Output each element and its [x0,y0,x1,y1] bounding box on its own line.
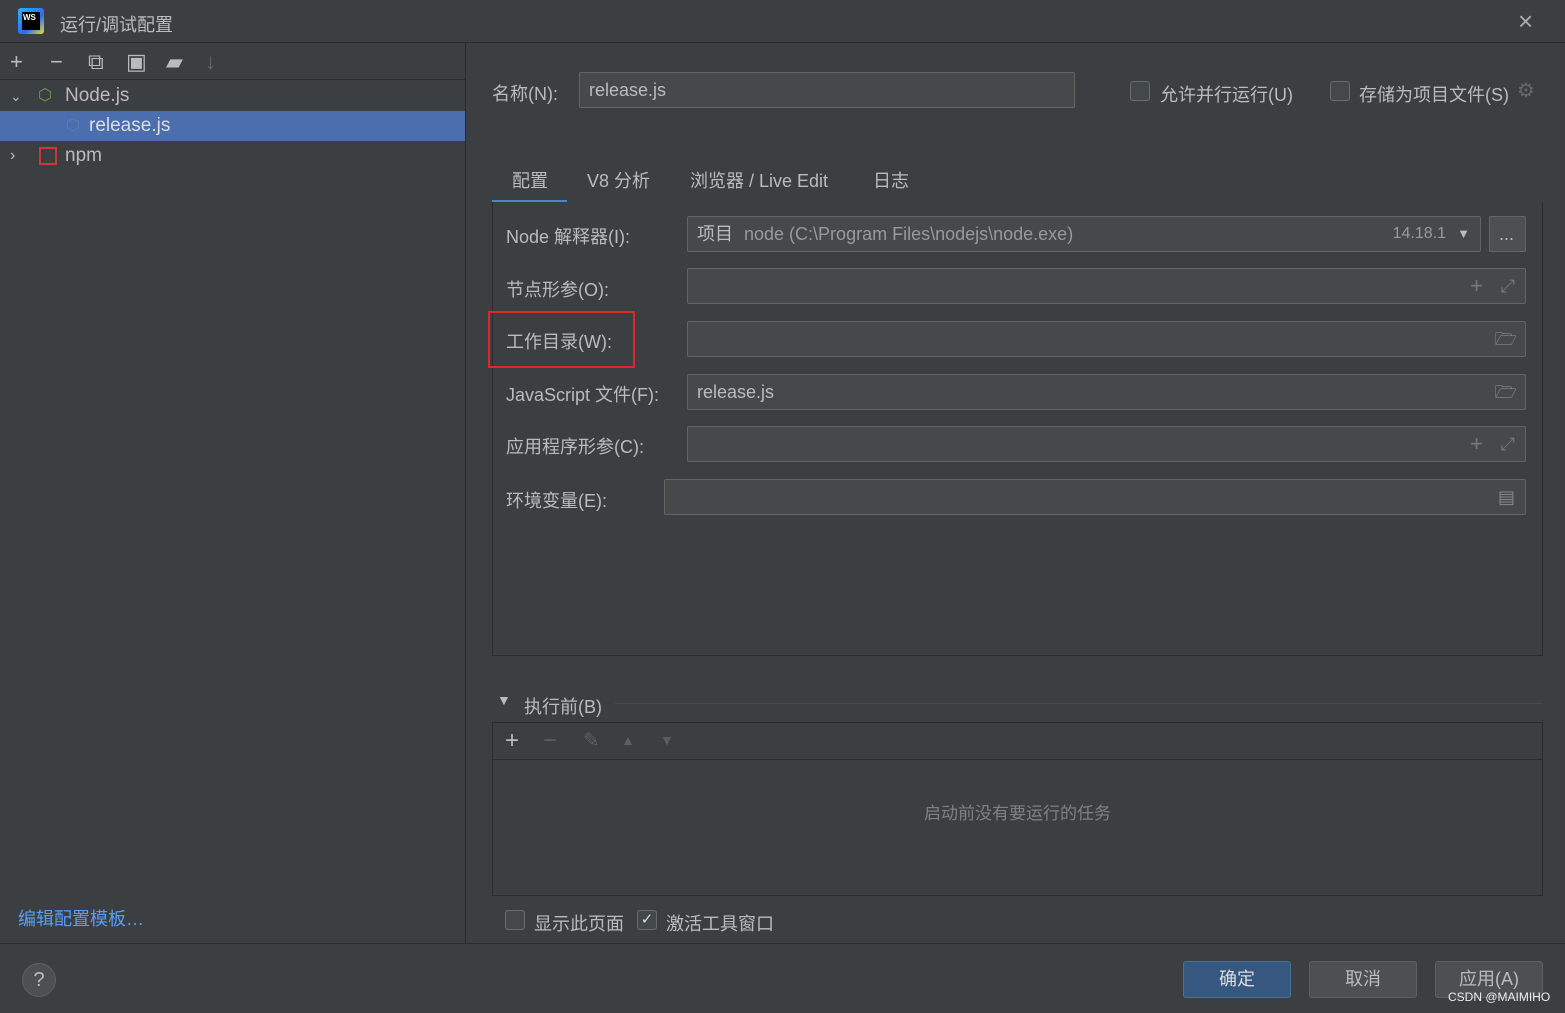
title-bar: WS 运行/调试配置 × [0,0,1565,43]
app-params-label: 应用程序形参(C): [506,437,644,457]
workdir-input[interactable]: 🗁 [687,321,1526,357]
add-icon[interactable]: + [10,49,23,75]
workdir-label: 工作目录(W): [506,332,612,352]
chevron-right-icon[interactable]: › [10,141,15,171]
tree-item-nodejs[interactable]: ⌄ ⬡ Node.js [0,81,465,111]
edit-templates-link[interactable]: 编辑配置模板… [18,905,144,931]
node-params-label: 节点形参(O): [506,280,609,300]
env-label: 环境变量(E): [506,491,607,511]
close-icon[interactable]: × [1518,6,1533,37]
tab-v8[interactable]: V8 分析 [587,167,650,203]
remove-icon[interactable]: − [543,727,557,755]
copy-icon[interactable]: ⧉ [88,49,104,75]
activate-tool-label: 激活工具窗口 [666,914,774,934]
tree-item-label: release.js [89,115,171,136]
name-label: 名称(N): [492,84,558,104]
dropdown-arrow-icon: ▼ [1457,226,1470,241]
new-folder-icon[interactable]: ▰ [166,49,183,75]
tree-item-label: Node.js [65,85,130,106]
config-tree-panel: + − ⧉ ▣ ▰ ↓ ⌄ ⬡ Node.js ⬡ release.js › n… [0,43,466,943]
edit-icon[interactable]: ✎ [583,728,600,753]
add-icon[interactable]: + [1470,427,1483,461]
move-down-icon[interactable]: ▼ [660,732,674,748]
folder-icon[interactable]: 🗁 [1495,322,1517,356]
save-icon[interactable]: ▣ [126,49,147,75]
expand-icon[interactable]: ⤢ [1501,269,1515,303]
ok-button[interactable]: 确定 [1183,961,1291,998]
watermark: CSDN @MAIMIHO [1448,990,1551,1004]
store-as-file-label: 存储为项目文件(S) [1359,85,1509,105]
node-prefix: 项目 [697,224,733,244]
node-version: 14.18.1 [1392,225,1446,242]
collapse-icon[interactable]: ▼ [497,692,511,708]
node-params-input[interactable]: + ⤢ [687,268,1526,304]
tree-toolbar: + − ⧉ ▣ ▰ ↓ [0,43,465,80]
node-label: Node 解释器(I): [506,227,631,247]
before-launch-title: 执行前(B) [524,697,602,717]
sort-icon[interactable]: ↓ [205,49,216,75]
before-launch-toolbar: + − ✎ ▲ ▼ [493,723,1542,760]
chevron-down-icon[interactable]: ⌄ [10,81,22,111]
tab-config[interactable]: 配置 [492,167,567,203]
cancel-button[interactable]: 取消 [1309,961,1417,998]
remove-icon[interactable]: − [50,49,63,75]
activate-tool-checkbox[interactable]: ✓ [637,910,657,930]
add-icon[interactable]: + [1470,269,1483,303]
nodejs-icon: ⬡ [66,117,80,134]
help-button[interactable]: ? [22,963,56,997]
show-page-checkbox[interactable] [505,910,525,930]
tab-browser[interactable]: 浏览器 / Live Edit [690,167,828,203]
before-launch-panel: + − ✎ ▲ ▼ 启动前没有要运行的任务 [492,722,1543,896]
nodejs-icon: ⬡ [38,87,52,104]
jsfile-label: JavaScript 文件(F): [506,385,660,405]
move-up-icon[interactable]: ▲ [621,732,635,748]
jsfile-input[interactable]: release.js 🗁 [687,374,1526,410]
npm-icon [39,147,57,165]
webstorm-logo: WS [18,8,44,34]
store-as-file-checkbox[interactable] [1330,81,1350,101]
jsfile-value: release.js [697,382,775,402]
node-path: node (C:\Program Files\nodejs\node.exe) [744,224,1074,244]
folder-icon[interactable]: 🗁 [1495,375,1517,409]
allow-parallel-label: 允许并行运行(U) [1160,85,1293,105]
empty-tasks-text: 启动前没有要运行的任务 [924,804,1111,823]
show-page-label: 显示此页面 [534,914,624,934]
add-icon[interactable]: + [505,727,519,755]
tree-item-release-js[interactable]: ⬡ release.js [0,111,465,141]
expand-icon[interactable]: ⤢ [1501,427,1515,461]
node-interpreter-select[interactable]: 项目 node (C:\Program Files\nodejs\node.ex… [687,216,1481,252]
list-icon[interactable]: ▤ [1498,480,1515,514]
name-input[interactable]: release.js [579,72,1075,108]
tree-item-npm[interactable]: › npm [0,141,465,171]
browse-interpreter-button[interactable]: ... [1489,216,1526,252]
env-input[interactable]: ▤ [664,479,1526,515]
divider [615,703,1543,704]
tab-log[interactable]: 日志 [873,167,909,203]
tree-item-label: npm [65,145,102,166]
app-params-input[interactable]: + ⤢ [687,426,1526,462]
divider [0,943,1565,944]
window-title: 运行/调试配置 [60,15,174,35]
allow-parallel-checkbox[interactable] [1130,81,1150,101]
gear-icon[interactable]: ⚙ [1517,78,1535,103]
